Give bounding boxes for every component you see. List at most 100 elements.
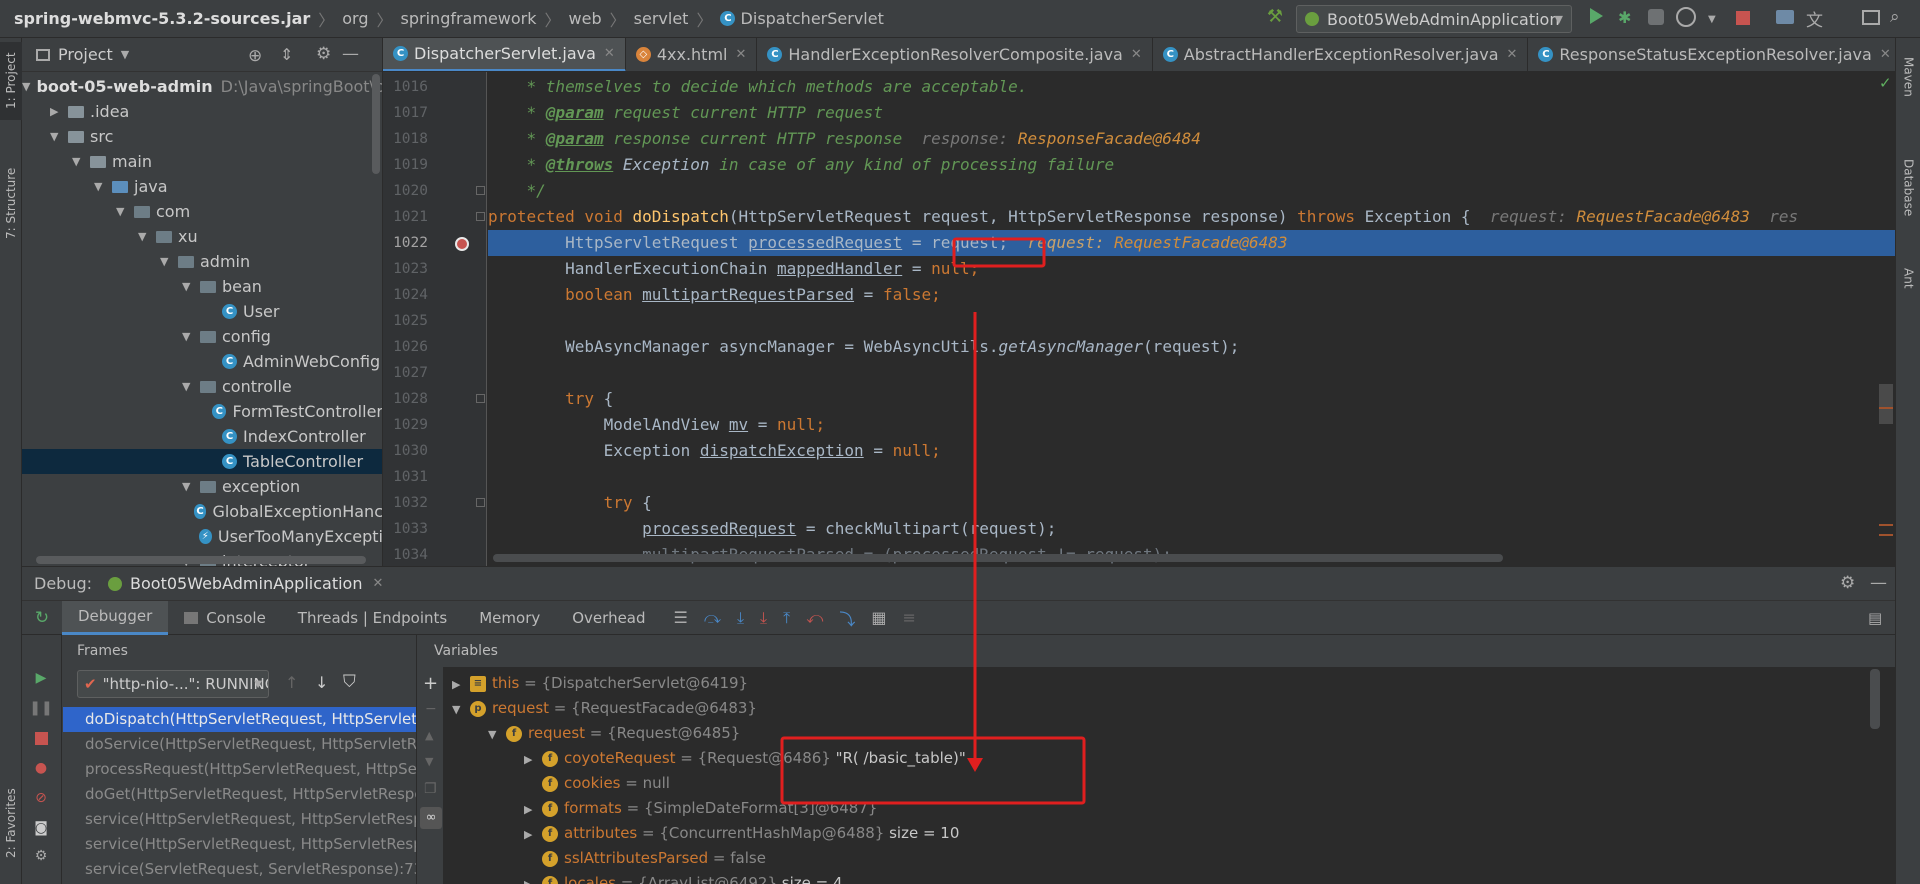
tree-item[interactable]: ▼ java [22,174,382,199]
fold-marker-icon[interactable] [476,212,485,221]
tree-item[interactable]: C IndexController [22,424,382,449]
tool-tab-favorites[interactable]: 2: Favorites [0,768,22,878]
debug-session-tab[interactable]: Boot05WebAdminApplication [130,574,362,593]
chevron-down-icon[interactable]: ▼ [182,330,194,343]
stack-frame[interactable]: doService(HttpServletRequest, HttpServle… [63,732,416,757]
translate-icon[interactable]: 文 [1806,6,1823,31]
tree-item[interactable]: ▼ boot-05-web-admin D:\Java\springBoot\boo [22,74,382,99]
breadcrumb-servlet[interactable]: servlet [634,9,689,28]
debug-icon[interactable]: ✱ [1618,8,1636,27]
close-icon[interactable]: ✕ [1131,47,1142,62]
hide-icon[interactable]: — [342,44,359,64]
tab-debugger[interactable]: Debugger [62,600,169,635]
close-icon[interactable]: ✕ [1507,47,1518,62]
variable-row[interactable]: f sslAttributesParsed = false [524,846,766,871]
breadcrumb-class[interactable]: DispatcherServlet [741,9,884,28]
chevron-right-icon[interactable]: ▶ [524,797,542,822]
tree-item[interactable]: C AdminWebConfig [22,349,382,374]
tree-item[interactable]: C FormTestController [22,399,382,424]
evaluate-icon[interactable]: ▦ [863,608,894,627]
collapse-all-icon[interactable]: ⇕ [280,45,293,64]
tree-item[interactable]: ▶ .idea [22,99,382,124]
run-to-cursor-icon[interactable]: ⤵ [831,606,863,630]
hide-icon[interactable]: — [1870,573,1887,593]
layout-icon[interactable] [1862,10,1880,25]
chevron-down-icon[interactable]: ▼ [138,230,150,243]
step-into-icon[interactable]: ⤓ [729,608,752,628]
tree-item[interactable]: ▼ exception [22,474,382,499]
chevron-down-icon[interactable]: ▼ [50,130,62,143]
project-panel-title[interactable]: Project [58,45,113,64]
close-icon[interactable]: ✕ [1880,47,1891,62]
stop-icon[interactable] [30,727,52,749]
editor-tab[interactable]: C AbstractHandlerExceptionResolver.java ✕ [1153,38,1529,71]
locate-icon[interactable]: ⊕ [248,46,262,66]
stack-frame[interactable]: doDispatch(HttpServletRequest, HttpServl… [63,707,416,732]
breadcrumb-jar[interactable]: spring-webmvc-5.3.2-sources.jar [14,9,310,28]
breadcrumb-web[interactable]: web [569,9,602,28]
tool-tab-project[interactable]: 1: Project [0,42,22,120]
editor-tab[interactable]: ◇ 4xx.html ✕ [626,38,758,71]
close-icon[interactable]: ✕ [604,46,615,61]
filter-icon[interactable]: ⛉ [343,672,356,692]
gear-icon[interactable]: ⚙ [1840,573,1855,593]
tree-item[interactable]: C TableController [22,449,382,474]
tree-item[interactable]: ▼ src [22,124,382,149]
editor-scroll-thumb[interactable] [1879,384,1893,424]
project-structure-icon[interactable] [1776,10,1794,24]
chevron-down-icon[interactable]: ▼ [160,255,172,268]
chevron-right-icon[interactable]: ▶ [524,822,542,847]
tool-tab-ant[interactable]: Ant [1896,243,1920,313]
fold-marker-icon[interactable] [476,498,485,507]
chevron-down-icon[interactable]: ▼ [72,155,84,168]
editor-horizontal-scrollbar[interactable] [493,554,1503,562]
force-step-into-icon[interactable]: ⤓ [752,608,775,628]
thread-selector[interactable]: ✔ "http-nio-...": RUNNING ▼ [77,670,269,698]
tree-item[interactable]: ▼ com [22,199,382,224]
copy-icon[interactable]: ❐ [424,781,437,797]
layout-settings-icon[interactable]: ▤ [1868,609,1882,627]
move-up-icon[interactable]: ▲ [425,729,433,742]
fold-marker-icon[interactable] [476,394,485,403]
down-arrow-icon[interactable]: ↓ [315,673,328,692]
chevron-down-icon[interactable]: ▼ [452,697,470,722]
menu-icon[interactable]: ☰ [666,608,696,627]
code-editor[interactable]: 1016 1017 1018 1019 1020 1021 1022 1023 1024 1025… [383,72,1895,566]
chevron-down-icon[interactable]: ▼ [94,180,106,193]
step-out-icon[interactable]: ⤒ [775,608,798,628]
chevron-right-icon[interactable]: ▶ [452,672,470,697]
vertical-scrollbar[interactable] [372,74,380,174]
coverage-icon[interactable] [1648,9,1664,25]
up-arrow-icon[interactable]: ↑ [285,673,298,692]
chevron-down-icon[interactable]: ▼ [182,280,194,293]
tree-item[interactable]: ▼ config [22,324,382,349]
chevron-right-icon[interactable]: ▶ [50,105,62,118]
profiler-dropdown-icon[interactable]: ▼ [1708,14,1716,25]
tree-item[interactable]: ▼ xu [22,224,382,249]
tree-item[interactable]: ▼ main [22,149,382,174]
chevron-down-icon[interactable]: ▼ [182,480,194,493]
stack-frame[interactable]: processRequest(HttpServletRequest, HttpS… [63,757,416,782]
tool-tab-database[interactable]: Database [1896,138,1920,238]
tree-item[interactable]: ⚡ UserTooManyExcepti [22,524,382,549]
drop-frame-icon[interactable]: ⤺ [798,608,831,628]
editor-tab[interactable]: C HandlerExceptionResolverComposite.java ✕ [757,38,1153,71]
variable-row[interactable]: ▶f locales = {ArrayList@6492} size = 4 [524,871,843,884]
chevron-down-icon[interactable]: ▼ [22,80,30,93]
move-down-icon[interactable]: ▼ [425,755,433,768]
stack-frame[interactable]: service(HttpServletRequest, HttpServletR… [63,807,416,832]
stop-icon[interactable] [1736,11,1750,25]
variable-row[interactable]: ▶ ≡ this = {DispatcherServlet@6419} [452,671,748,696]
camera-icon[interactable]: ◙ [30,817,52,839]
tree-item[interactable]: C User [22,299,382,324]
tool-tab-structure[interactable]: 7: Structure [0,148,22,258]
tab-console[interactable]: Console [168,601,282,635]
profiler-icon[interactable] [1676,7,1696,27]
remove-watch-icon[interactable]: − [425,701,437,717]
breakpoint-icon[interactable] [455,237,469,251]
close-icon[interactable]: ✕ [372,576,383,591]
editor-tab[interactable]: C ResponseStatusExceptionResolver.java ✕ [1528,38,1895,71]
tool-tab-maven[interactable]: Maven [1896,42,1920,112]
breadcrumb-springframework[interactable]: springframework [401,9,537,28]
resume-icon[interactable]: ▶ [30,667,52,689]
